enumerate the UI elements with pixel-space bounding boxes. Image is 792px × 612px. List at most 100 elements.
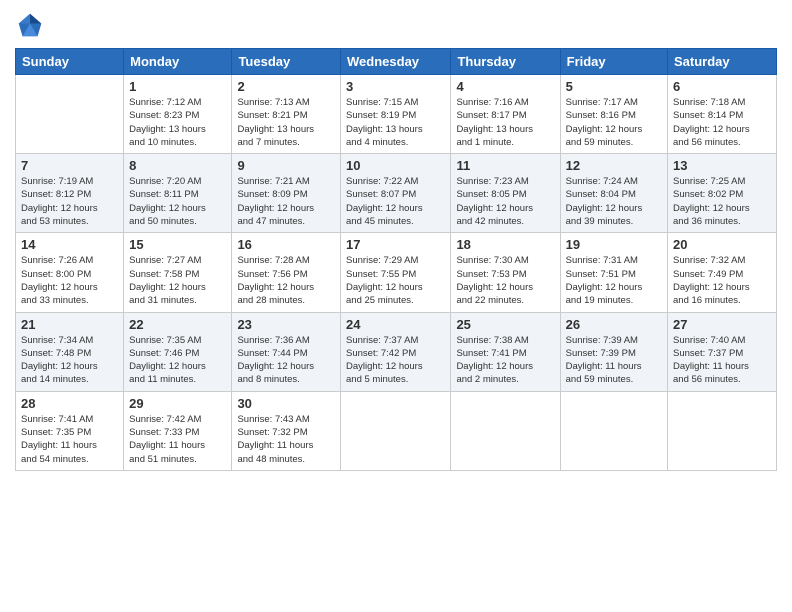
- calendar-cell: 25 Sunrise: 7:38 AM Sunset: 7:41 PM Dayli…: [451, 312, 560, 391]
- day-number: 22: [129, 317, 226, 332]
- calendar-week-row: 7Sunrise: 7:19 AM Sunset: 8:12 PM Daylig…: [16, 154, 777, 233]
- calendar-cell: 29 Sunrise: 7:42 AM Sunset: 7:33 PM Dayli…: [124, 391, 232, 470]
- day-info: Sunrise: 7:30 AM Sunset: 7:53 PM Dayligh…: [456, 254, 554, 307]
- day-info: Sunrise: 7:19 AM Sunset: 8:12 PM Dayligh…: [21, 175, 118, 228]
- day-info: Sunrise: 7:27 AM Sunset: 7:58 PM Dayligh…: [129, 254, 226, 307]
- weekday-header: Tuesday: [232, 49, 341, 75]
- calendar-cell: 12Sunrise: 7:24 AM Sunset: 8:04 PM Dayli…: [560, 154, 667, 233]
- day-number: 4: [456, 79, 554, 94]
- day-info: Sunrise: 7:37 AM Sunset: 7:42 PM Dayligh…: [346, 334, 445, 387]
- calendar-week-row: 28 Sunrise: 7:41 AM Sunset: 7:35 PM Dayli…: [16, 391, 777, 470]
- day-number: 10: [346, 158, 445, 173]
- day-number: 28: [21, 396, 118, 411]
- calendar-header-row: SundayMondayTuesdayWednesdayThursdayFrid…: [16, 49, 777, 75]
- day-info: Sunrise: 7:12 AM Sunset: 8:23 PM Dayligh…: [129, 96, 226, 149]
- day-number: 11: [456, 158, 554, 173]
- day-info: Sunrise: 7:38 AM Sunset: 7:41 PM Dayligh…: [456, 334, 554, 387]
- day-number: 18: [456, 237, 554, 252]
- day-number: 27: [673, 317, 771, 332]
- weekday-header: Monday: [124, 49, 232, 75]
- day-info: Sunrise: 7:16 AM Sunset: 8:17 PM Dayligh…: [456, 96, 554, 149]
- day-number: 2: [237, 79, 335, 94]
- day-info: Sunrise: 7:40 AM Sunset: 7:37 PM Dayligh…: [673, 334, 771, 387]
- calendar-week-row: 14Sunrise: 7:26 AM Sunset: 8:00 PM Dayli…: [16, 233, 777, 312]
- calendar-table: SundayMondayTuesdayWednesdayThursdayFrid…: [15, 48, 777, 471]
- day-number: 14: [21, 237, 118, 252]
- calendar-cell: 11Sunrise: 7:23 AM Sunset: 8:05 PM Dayli…: [451, 154, 560, 233]
- day-info: Sunrise: 7:29 AM Sunset: 7:55 PM Dayligh…: [346, 254, 445, 307]
- calendar-cell: 13 Sunrise: 7:25 AM Sunset: 8:02 PM Dayli…: [668, 154, 777, 233]
- day-number: 12: [566, 158, 662, 173]
- calendar-cell: 14Sunrise: 7:26 AM Sunset: 8:00 PM Dayli…: [16, 233, 124, 312]
- day-info: Sunrise: 7:42 AM Sunset: 7:33 PM Dayligh…: [129, 413, 226, 466]
- day-number: 1: [129, 79, 226, 94]
- calendar-cell: 4 Sunrise: 7:16 AM Sunset: 8:17 PM Daylig…: [451, 75, 560, 154]
- calendar-cell: 2Sunrise: 7:13 AM Sunset: 8:21 PM Daylig…: [232, 75, 341, 154]
- weekday-header: Saturday: [668, 49, 777, 75]
- day-info: Sunrise: 7:17 AM Sunset: 8:16 PM Dayligh…: [566, 96, 662, 149]
- calendar-cell: 28 Sunrise: 7:41 AM Sunset: 7:35 PM Dayli…: [16, 391, 124, 470]
- day-number: 16: [237, 237, 335, 252]
- day-number: 15: [129, 237, 226, 252]
- day-number: 13: [673, 158, 771, 173]
- calendar-cell: 17 Sunrise: 7:29 AM Sunset: 7:55 PM Dayli…: [341, 233, 451, 312]
- calendar-cell: [451, 391, 560, 470]
- calendar-cell: 22Sunrise: 7:35 AM Sunset: 7:46 PM Dayli…: [124, 312, 232, 391]
- calendar-cell: [668, 391, 777, 470]
- calendar-cell: 7Sunrise: 7:19 AM Sunset: 8:12 PM Daylig…: [16, 154, 124, 233]
- day-info: Sunrise: 7:43 AM Sunset: 7:32 PM Dayligh…: [237, 413, 335, 466]
- day-number: 6: [673, 79, 771, 94]
- day-info: Sunrise: 7:22 AM Sunset: 8:07 PM Dayligh…: [346, 175, 445, 228]
- day-info: Sunrise: 7:32 AM Sunset: 7:49 PM Dayligh…: [673, 254, 771, 307]
- calendar-cell: 5 Sunrise: 7:17 AM Sunset: 8:16 PM Daylig…: [560, 75, 667, 154]
- logo: [15, 10, 49, 40]
- weekday-header: Wednesday: [341, 49, 451, 75]
- calendar-cell: [341, 391, 451, 470]
- calendar-cell: 24 Sunrise: 7:37 AM Sunset: 7:42 PM Dayli…: [341, 312, 451, 391]
- day-info: Sunrise: 7:21 AM Sunset: 8:09 PM Dayligh…: [237, 175, 335, 228]
- day-info: Sunrise: 7:41 AM Sunset: 7:35 PM Dayligh…: [21, 413, 118, 466]
- calendar-cell: 16 Sunrise: 7:28 AM Sunset: 7:56 PM Dayli…: [232, 233, 341, 312]
- page: SundayMondayTuesdayWednesdayThursdayFrid…: [0, 0, 792, 612]
- calendar-cell: 23 Sunrise: 7:36 AM Sunset: 7:44 PM Dayli…: [232, 312, 341, 391]
- calendar-cell: 21 Sunrise: 7:34 AM Sunset: 7:48 PM Dayli…: [16, 312, 124, 391]
- calendar-cell: 3 Sunrise: 7:15 AM Sunset: 8:19 PM Daylig…: [341, 75, 451, 154]
- day-info: Sunrise: 7:31 AM Sunset: 7:51 PM Dayligh…: [566, 254, 662, 307]
- day-number: 3: [346, 79, 445, 94]
- calendar-cell: 20 Sunrise: 7:32 AM Sunset: 7:49 PM Dayli…: [668, 233, 777, 312]
- day-number: 23: [237, 317, 335, 332]
- day-number: 29: [129, 396, 226, 411]
- calendar-week-row: 1 Sunrise: 7:12 AM Sunset: 8:23 PM Daylig…: [16, 75, 777, 154]
- day-number: 17: [346, 237, 445, 252]
- day-number: 9: [237, 158, 335, 173]
- day-info: Sunrise: 7:39 AM Sunset: 7:39 PM Dayligh…: [566, 334, 662, 387]
- day-number: 20: [673, 237, 771, 252]
- day-info: Sunrise: 7:36 AM Sunset: 7:44 PM Dayligh…: [237, 334, 335, 387]
- day-number: 5: [566, 79, 662, 94]
- day-info: Sunrise: 7:20 AM Sunset: 8:11 PM Dayligh…: [129, 175, 226, 228]
- day-info: Sunrise: 7:18 AM Sunset: 8:14 PM Dayligh…: [673, 96, 771, 149]
- header: [15, 10, 777, 40]
- calendar-cell: 27 Sunrise: 7:40 AM Sunset: 7:37 PM Dayli…: [668, 312, 777, 391]
- day-number: 21: [21, 317, 118, 332]
- weekday-header: Friday: [560, 49, 667, 75]
- calendar-cell: 6 Sunrise: 7:18 AM Sunset: 8:14 PM Daylig…: [668, 75, 777, 154]
- calendar-cell: [16, 75, 124, 154]
- day-info: Sunrise: 7:25 AM Sunset: 8:02 PM Dayligh…: [673, 175, 771, 228]
- calendar-cell: 8 Sunrise: 7:20 AM Sunset: 8:11 PM Daylig…: [124, 154, 232, 233]
- day-number: 30: [237, 396, 335, 411]
- calendar-cell: [560, 391, 667, 470]
- day-number: 24: [346, 317, 445, 332]
- day-info: Sunrise: 7:15 AM Sunset: 8:19 PM Dayligh…: [346, 96, 445, 149]
- day-number: 26: [566, 317, 662, 332]
- calendar-week-row: 21 Sunrise: 7:34 AM Sunset: 7:48 PM Dayli…: [16, 312, 777, 391]
- weekday-header: Thursday: [451, 49, 560, 75]
- calendar-cell: 9 Sunrise: 7:21 AM Sunset: 8:09 PM Daylig…: [232, 154, 341, 233]
- day-number: 8: [129, 158, 226, 173]
- calendar-cell: 19Sunrise: 7:31 AM Sunset: 7:51 PM Dayli…: [560, 233, 667, 312]
- day-number: 25: [456, 317, 554, 332]
- day-info: Sunrise: 7:34 AM Sunset: 7:48 PM Dayligh…: [21, 334, 118, 387]
- calendar-cell: 26 Sunrise: 7:39 AM Sunset: 7:39 PM Dayli…: [560, 312, 667, 391]
- calendar-cell: 1 Sunrise: 7:12 AM Sunset: 8:23 PM Daylig…: [124, 75, 232, 154]
- day-info: Sunrise: 7:28 AM Sunset: 7:56 PM Dayligh…: [237, 254, 335, 307]
